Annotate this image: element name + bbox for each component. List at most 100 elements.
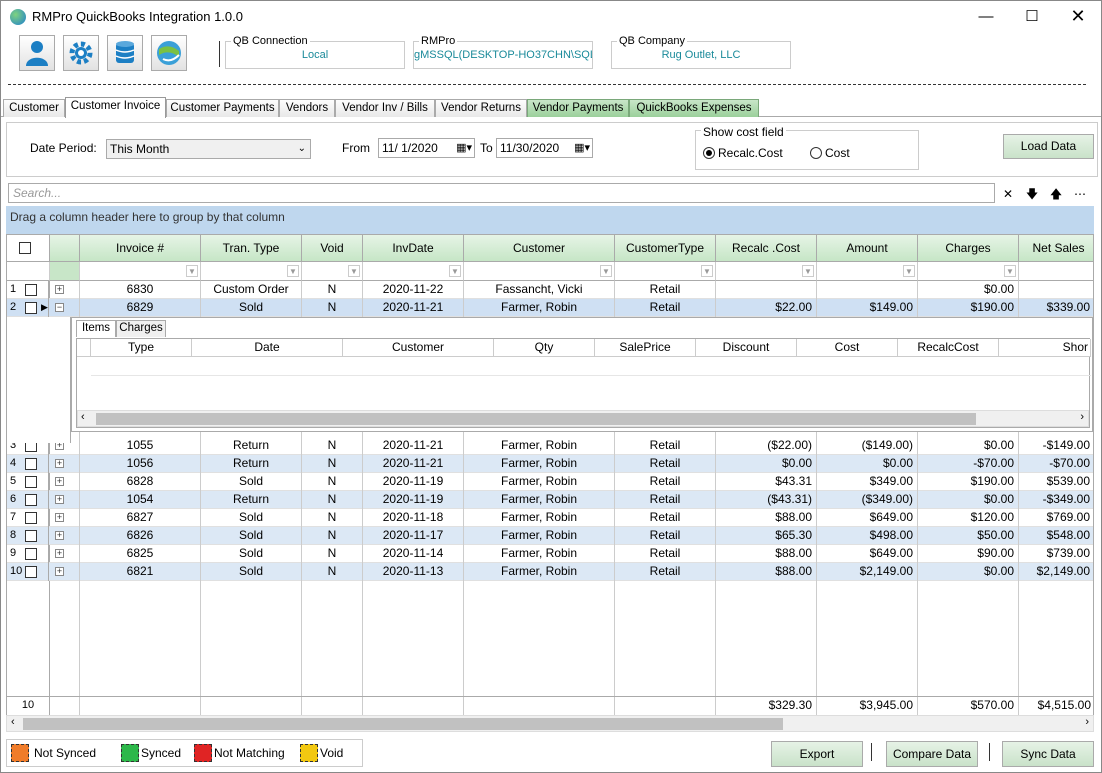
- expand-row-icon[interactable]: +: [55, 513, 64, 522]
- cell-void[interactable]: N: [302, 509, 363, 527]
- cell-charges[interactable]: $0.00: [918, 437, 1019, 455]
- col-recalc-cost[interactable]: Recalc .Cost: [716, 235, 817, 262]
- col-tran-type[interactable]: Tran. Type: [201, 235, 302, 262]
- detail-col-shor[interactable]: Shor: [999, 339, 1091, 357]
- cell-customer[interactable]: Farmer, Robin: [464, 545, 615, 563]
- table-row[interactable]: 10 +6821 Sold N 2020-11-13 Farmer, Robin Retai…: [7, 563, 1093, 581]
- from-date-picker[interactable]: 11/ 1/2020 ▦▾: [378, 138, 475, 158]
- arrow-up-icon[interactable]: 🡅: [1047, 185, 1065, 203]
- table-row[interactable]: 5 +6828 Sold N 2020-11-19 Farmer, Robin Retail…: [7, 473, 1093, 491]
- tab-customer-invoice[interactable]: Customer Invoice: [65, 97, 166, 118]
- cell-void[interactable]: N: [302, 299, 363, 317]
- cell-charges[interactable]: $190.00: [918, 299, 1019, 317]
- cell-charges[interactable]: $190.00: [918, 473, 1019, 491]
- cell-recalc[interactable]: $88.00: [716, 545, 817, 563]
- search-input[interactable]: Search...: [8, 183, 995, 203]
- recalc-cost-radio[interactable]: [703, 147, 715, 159]
- clear-search-icon[interactable]: ✕: [999, 185, 1017, 203]
- cell-ctype[interactable]: Retail: [615, 563, 716, 581]
- col-charges[interactable]: Charges: [918, 235, 1019, 262]
- filter-net-sales[interactable]: [1019, 262, 1093, 281]
- expand-row-icon[interactable]: +: [55, 459, 64, 468]
- sync-data-button[interactable]: Sync Data: [1002, 741, 1094, 767]
- cell-net[interactable]: $769.00: [1019, 509, 1093, 527]
- filter-customer-type[interactable]: ▼: [615, 262, 716, 281]
- detail-hscrollbar[interactable]: ‹ ›: [77, 410, 1089, 427]
- tab-vendor-inv-bills[interactable]: Vendor Inv / Bills: [335, 99, 435, 117]
- detail-scroll-thumb[interactable]: [96, 413, 976, 425]
- tab-vendors[interactable]: Vendors: [279, 99, 335, 117]
- expand-row-icon[interactable]: +: [55, 495, 64, 504]
- scroll-left-icon[interactable]: ‹: [81, 411, 85, 423]
- detail-col-discount[interactable]: Discount: [696, 339, 797, 357]
- cell-void[interactable]: N: [302, 563, 363, 581]
- expand-row-icon[interactable]: +: [55, 285, 64, 294]
- database-button[interactable]: [107, 35, 143, 71]
- row-checkbox[interactable]: [25, 458, 37, 470]
- filter-invoice[interactable]: ▼: [80, 262, 201, 281]
- cell-ctype[interactable]: Retail: [615, 509, 716, 527]
- expand-row-icon[interactable]: +: [55, 477, 64, 486]
- table-row[interactable]: 6 +1054 Return N 2020-11-19 Farmer, Robin Reta…: [7, 491, 1093, 509]
- detail-col-cost[interactable]: Cost: [797, 339, 898, 357]
- cell-type[interactable]: Sold: [201, 527, 302, 545]
- expand-row-icon[interactable]: +: [55, 531, 64, 540]
- cell-customer[interactable]: Farmer, Robin: [464, 455, 615, 473]
- filter-invdate[interactable]: ▼: [363, 262, 464, 281]
- cell-inv[interactable]: 6829: [80, 299, 201, 317]
- cell-void[interactable]: N: [302, 455, 363, 473]
- detail-col-type[interactable]: Type: [91, 339, 192, 357]
- cell-ctype[interactable]: Retail: [615, 473, 716, 491]
- cell-charges[interactable]: $0.00: [918, 491, 1019, 509]
- grid-scroll-thumb[interactable]: [23, 718, 783, 730]
- cell-customer[interactable]: Farmer, Robin: [464, 299, 615, 317]
- cell-customer[interactable]: Farmer, Robin: [464, 473, 615, 491]
- detail-col-saleprice[interactable]: SalePrice: [595, 339, 696, 357]
- cell-net[interactable]: $2,149.00: [1019, 563, 1093, 581]
- tab-vendor-payments[interactable]: Vendor Payments: [527, 99, 629, 117]
- expand-row-icon[interactable]: +: [55, 567, 64, 576]
- cell-inv[interactable]: 6821: [80, 563, 201, 581]
- cell-void[interactable]: N: [302, 473, 363, 491]
- collapse-row-icon[interactable]: −: [55, 303, 64, 312]
- col-customer[interactable]: Customer: [464, 235, 615, 262]
- cell-customer[interactable]: Farmer, Robin: [464, 509, 615, 527]
- cell-amount[interactable]: $498.00: [817, 527, 918, 545]
- cost-radio[interactable]: [810, 147, 822, 159]
- cell-type[interactable]: Sold: [201, 473, 302, 491]
- cell-ctype[interactable]: Retail: [615, 545, 716, 563]
- cell-inv[interactable]: 6827: [80, 509, 201, 527]
- cell-charges[interactable]: $90.00: [918, 545, 1019, 563]
- cell-ctype[interactable]: Retail: [615, 437, 716, 455]
- col-invoice-number[interactable]: Invoice #: [80, 235, 201, 262]
- cell-inv[interactable]: 6825: [80, 545, 201, 563]
- cell-amount[interactable]: $349.00: [817, 473, 918, 491]
- user-button[interactable]: [19, 35, 55, 71]
- filter-tran-type[interactable]: ▼: [201, 262, 302, 281]
- expand-row-icon[interactable]: +: [55, 549, 64, 558]
- table-row[interactable]: 7 +6827 Sold N 2020-11-18 Farmer, Robin Retail…: [7, 509, 1093, 527]
- cell-net[interactable]: $739.00: [1019, 545, 1093, 563]
- cell-inv[interactable]: 6828: [80, 473, 201, 491]
- cell-type[interactable]: Sold: [201, 563, 302, 581]
- filter-amount[interactable]: ▼: [817, 262, 918, 281]
- cell-net[interactable]: -$70.00: [1019, 455, 1093, 473]
- cell-ctype[interactable]: Retail: [615, 281, 716, 299]
- cell-type[interactable]: Sold: [201, 299, 302, 317]
- table-row[interactable]: 3 +1055 Return N 2020-11-21 Farmer, Robin Reta…: [7, 437, 1093, 455]
- table-row[interactable]: 4 +1056 Return N 2020-11-21 Farmer, Robin Reta…: [7, 455, 1093, 473]
- cell-net[interactable]: [1019, 281, 1093, 299]
- cell-amount[interactable]: $2,149.00: [817, 563, 918, 581]
- cell-customer[interactable]: Fassancht, Vicki: [464, 281, 615, 299]
- tab-customer-payments[interactable]: Customer Payments: [166, 99, 279, 117]
- cell-type[interactable]: Custom Order: [201, 281, 302, 299]
- cell-customer[interactable]: Farmer, Robin: [464, 563, 615, 581]
- cell-ctype[interactable]: Retail: [615, 491, 716, 509]
- sync-button[interactable]: [151, 35, 187, 71]
- detail-col-qty[interactable]: Qty: [494, 339, 595, 357]
- load-data-button[interactable]: Load Data: [1003, 134, 1094, 159]
- cell-customer[interactable]: Farmer, Robin: [464, 491, 615, 509]
- row-checkbox[interactable]: [25, 476, 37, 488]
- detail-tab-charges[interactable]: Charges: [116, 320, 166, 337]
- detail-tab-items[interactable]: Items: [76, 320, 116, 337]
